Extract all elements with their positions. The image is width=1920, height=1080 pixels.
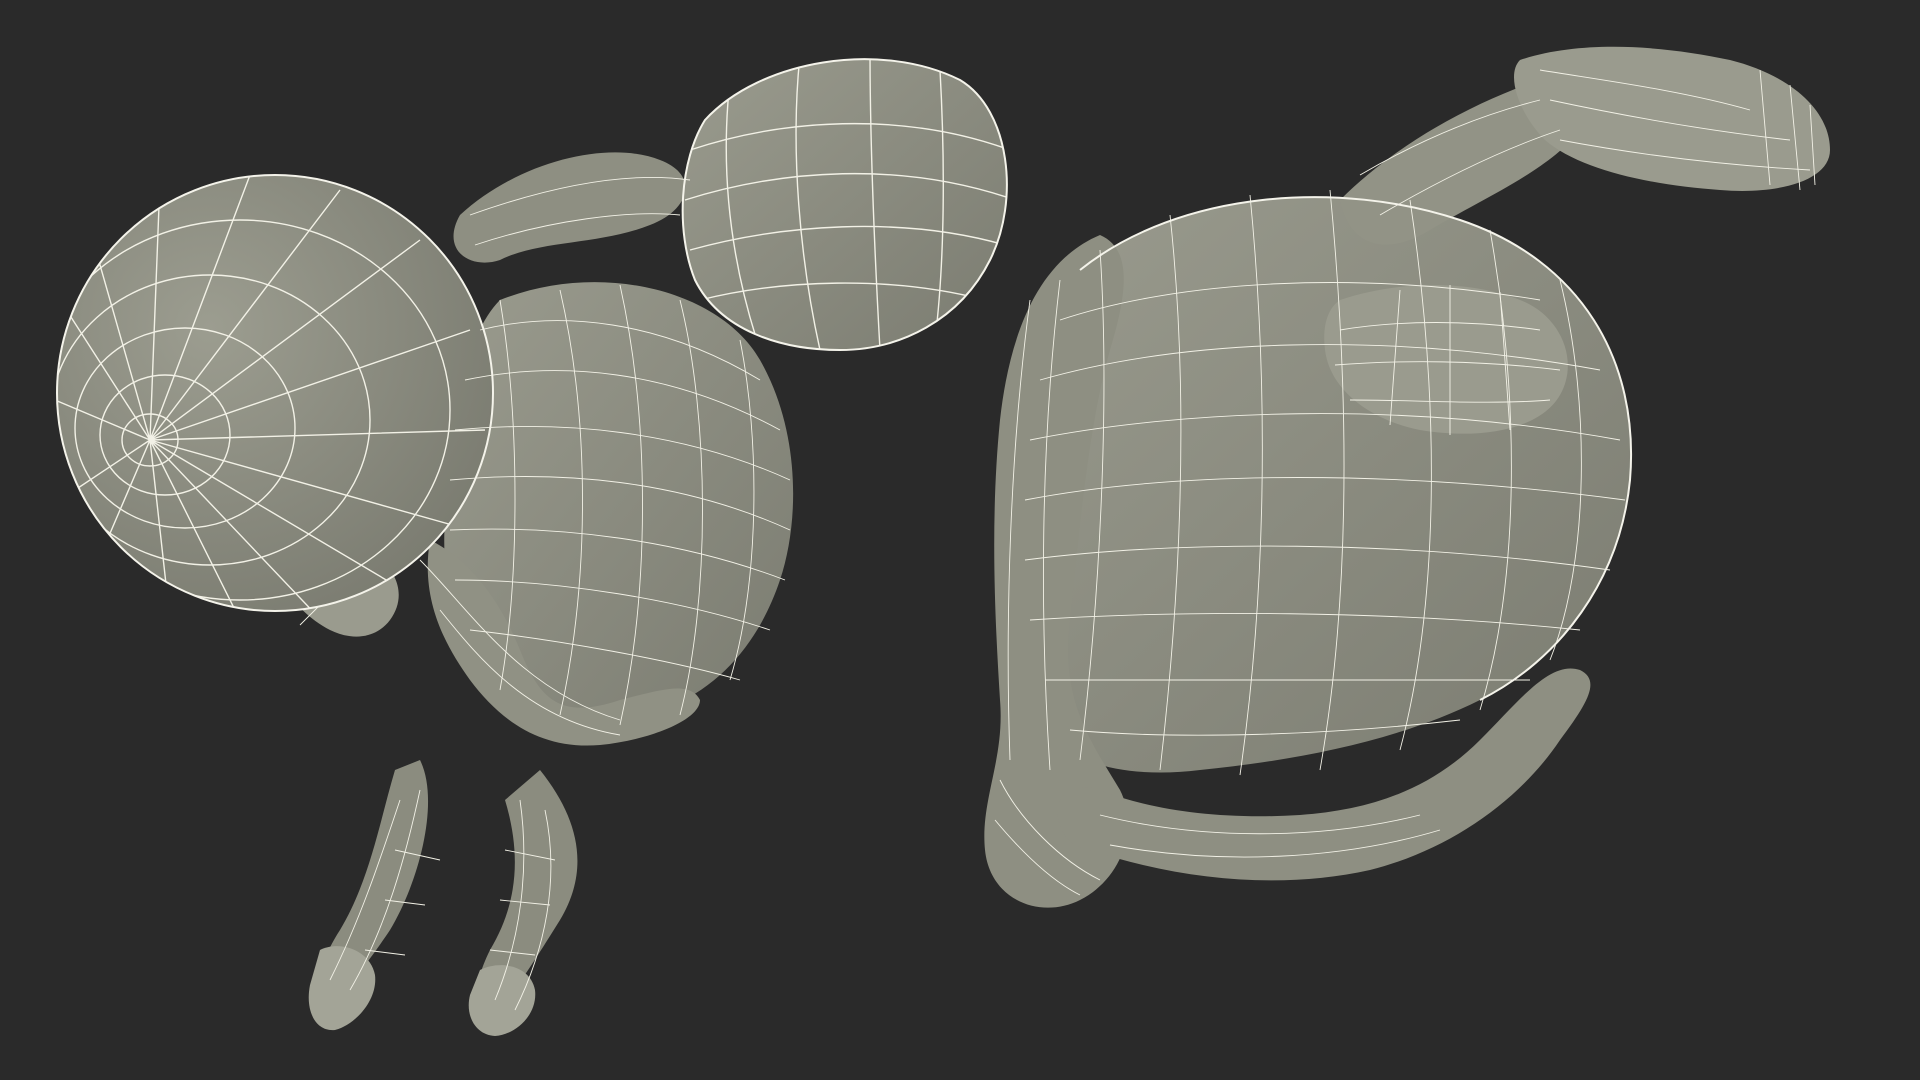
right-figure-foot-top <box>1514 46 1830 191</box>
left-figure-left-foot <box>308 946 376 1031</box>
left-figure-top-view <box>56 58 1008 1036</box>
left-figure-ball <box>57 175 493 611</box>
right-figure-bottom-view <box>984 46 1830 908</box>
viewport-render <box>0 0 1920 1080</box>
left-figure-upper-arm <box>453 152 686 263</box>
wireframe-render-canvas <box>56 46 1830 1036</box>
left-figure-head <box>682 59 1007 350</box>
left-figure-right-foot <box>468 965 536 1036</box>
